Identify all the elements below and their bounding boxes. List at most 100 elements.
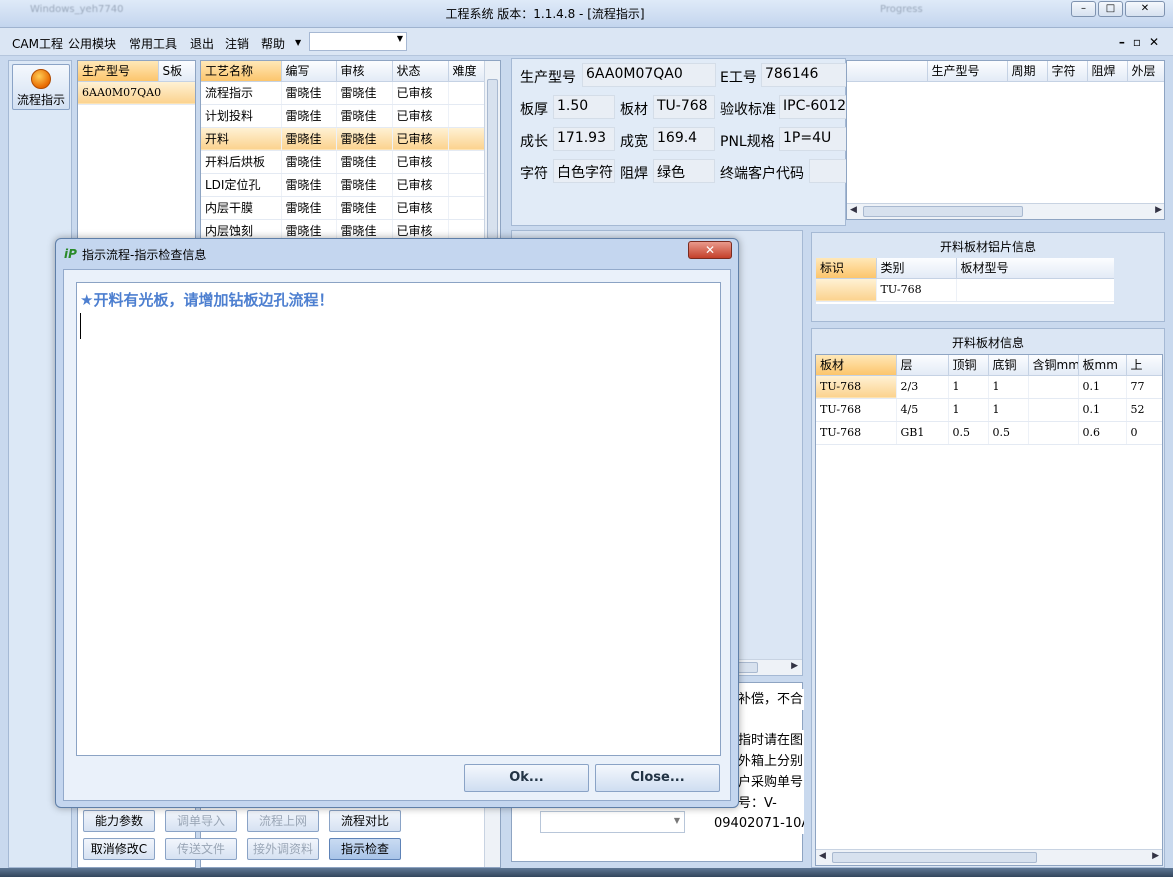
author-cell: 雷晓佳 [281,127,337,151]
scroll-thumb[interactable] [487,79,498,239]
minimize-button[interactable]: – [1071,1,1096,17]
period-header[interactable]: 周期 [1007,61,1048,82]
scroll-right-icon[interactable]: ▶ [791,661,798,671]
reviewer-header[interactable]: 审核 [336,61,393,82]
material-up-cell: 0 [1126,421,1162,445]
s-board-col-header[interactable]: S板 [158,61,195,82]
menu-public-modules[interactable]: 公用模块 [68,35,116,52]
thickness-field[interactable]: 1.50 [553,95,615,119]
material-layer-header[interactable]: 层 [896,355,949,376]
foil-board-cell [956,278,1114,302]
material-cu-thickness-header[interactable]: 含铜mm [1028,355,1079,376]
material-info-panel: 开料板材信息 板材 层 顶铜 底铜 含铜mm 板mm 上 TU-768 2/3 … [811,328,1165,868]
menu-help[interactable]: 帮助 [261,35,285,52]
prod-model-field[interactable]: 6AA0M07QA0 [582,63,716,87]
foil-type-header[interactable]: 类别 [876,258,957,279]
instruction-check-button[interactable]: 指示检查 [329,838,401,860]
table-row[interactable]: 6AA0M07QA0 [78,81,195,105]
difficulty-cell [448,127,485,151]
scroll-left-icon[interactable]: ◀ [819,851,826,861]
foil-board-header[interactable]: 板材型号 [956,258,1114,279]
mask-header[interactable]: 阻焊 [1087,61,1128,82]
status-header[interactable]: 状态 [392,61,449,82]
accept-field[interactable]: IPC-6012 [779,95,847,119]
scroll-thumb[interactable] [863,206,1023,217]
author-header[interactable]: 编写 [281,61,337,82]
width-field[interactable]: 169.4 [653,127,715,151]
external-data-button[interactable]: 接外调资料 [247,838,319,860]
capability-params-button[interactable]: 能力参数 [83,810,155,832]
model-col-header[interactable]: 生产型号 [78,61,159,82]
scroll-right-icon[interactable]: ▶ [1155,205,1162,215]
menu-tools[interactable]: 常用工具 [129,35,177,52]
process-upload-button[interactable]: 流程上网 [247,810,319,832]
maximize-button[interactable]: □ [1098,1,1123,17]
material-board-cell: TU-768 [816,421,897,445]
table-row[interactable]: 开料后烘板 雷晓佳 雷晓佳 已审核 [201,150,485,174]
pnl-field[interactable]: 1P=4U [779,127,847,151]
foil-grid: 标识 类别 板材型号 TU-768 [816,258,1114,304]
material-top-cu-header[interactable]: 顶铜 [948,355,989,376]
char-header[interactable]: 字符 [1047,61,1088,82]
table-row[interactable]: LDI定位孔 雷晓佳 雷晓佳 已审核 [201,173,485,197]
close-window-button[interactable]: ✕ [1125,1,1165,17]
help-dropdown-icon[interactable]: ▼ [295,38,301,47]
difficulty-cell [448,81,485,105]
note-line: 号：V- [738,793,804,814]
process-compare-button[interactable]: 流程对比 [329,810,401,832]
difficulty-header[interactable]: 难度 [448,61,485,82]
scroll-thumb[interactable] [832,852,1037,863]
material-field[interactable]: TU-768 [653,95,715,119]
author-cell: 雷晓佳 [281,173,337,197]
customer-code-field[interactable] [809,159,847,183]
table-row[interactable]: 计划投料 雷晓佳 雷晓佳 已审核 [201,104,485,128]
process-indication-button[interactable]: 流程指示 [12,64,70,110]
reviewer-cell: 雷晓佳 [336,173,393,197]
menu-combo[interactable]: ▼ [309,32,407,51]
close-button[interactable]: Close... [595,764,720,792]
foil-flag-cell [816,278,877,302]
outer-header[interactable]: 外层 [1127,61,1164,82]
menu-cam[interactable]: CAM工程 [12,35,63,52]
model-header[interactable]: 生产型号 [927,61,1008,82]
blank-header[interactable] [847,61,928,82]
material-up-header[interactable]: 上 [1126,355,1162,376]
foil-flag-header[interactable]: 标识 [816,258,877,279]
send-file-button[interactable]: 传送文件 [165,838,237,860]
mdi-controls[interactable]: –▫✕ [1119,35,1167,49]
status-cell: 已审核 [392,104,449,128]
material-top-cu-cell: 1 [948,398,989,422]
menu-logout[interactable]: 注销 [225,35,249,52]
material-bottom-cu-header[interactable]: 底铜 [988,355,1029,376]
material-hscroll[interactable]: ◀ ▶ [816,849,1162,865]
length-field[interactable]: 171.93 [553,127,615,151]
char-field[interactable]: 白色字符 [553,159,615,183]
material-board-header[interactable]: 板材 [816,355,897,376]
table-row[interactable]: TU-768 GB1 0.5 0.5 0.6 0 [816,421,1162,445]
status-cell: 已审核 [392,81,449,105]
table-row[interactable]: TU-768 2/3 1 1 0.1 77 [816,375,1162,399]
notes-combo[interactable]: ▼ [540,811,685,833]
process-name-header[interactable]: 工艺名称 [201,61,282,82]
mask-field[interactable]: 绿色 [653,159,715,183]
scroll-left-icon[interactable]: ◀ [850,205,857,215]
message-memo[interactable]: ★开料有光板，请增加钻板边孔流程！ [76,282,721,756]
import-order-button[interactable]: 调单导入 [165,810,237,832]
table-row[interactable]: TU-768 4/5 1 1 0.1 52 [816,398,1162,422]
ok-button[interactable]: Ok... [464,764,589,792]
material-board-thickness-header[interactable]: 板mm [1078,355,1127,376]
status-cell: 已审核 [392,173,449,197]
table-row-selected[interactable]: 开料 雷晓佳 雷晓佳 已审核 [201,127,485,151]
table-row[interactable]: 流程指示 雷晓佳 雷晓佳 已审核 [201,81,485,105]
menu-exit[interactable]: 退出 [190,35,214,52]
check-info-dialog: iP 指示流程-指示检查信息 ✕ ★开料有光板，请增加钻板边孔流程！ Ok...… [55,238,739,808]
taskbar [0,868,1173,877]
scroll-right-icon[interactable]: ▶ [1152,851,1159,861]
product-info-panel: 生产型号 6AA0M07QA0 E工号 786146 板厚 1.50 板材 TU… [511,58,906,226]
right-grid-hscroll[interactable]: ◀ ▶ [847,203,1164,219]
table-row[interactable]: 内层干膜 雷晓佳 雷晓佳 已审核 [201,196,485,220]
table-row[interactable]: TU-768 [816,278,1114,302]
cancel-edit-button[interactable]: 取消修改C [83,838,155,860]
dialog-close-button[interactable]: ✕ [688,241,732,259]
difficulty-cell [448,104,485,128]
